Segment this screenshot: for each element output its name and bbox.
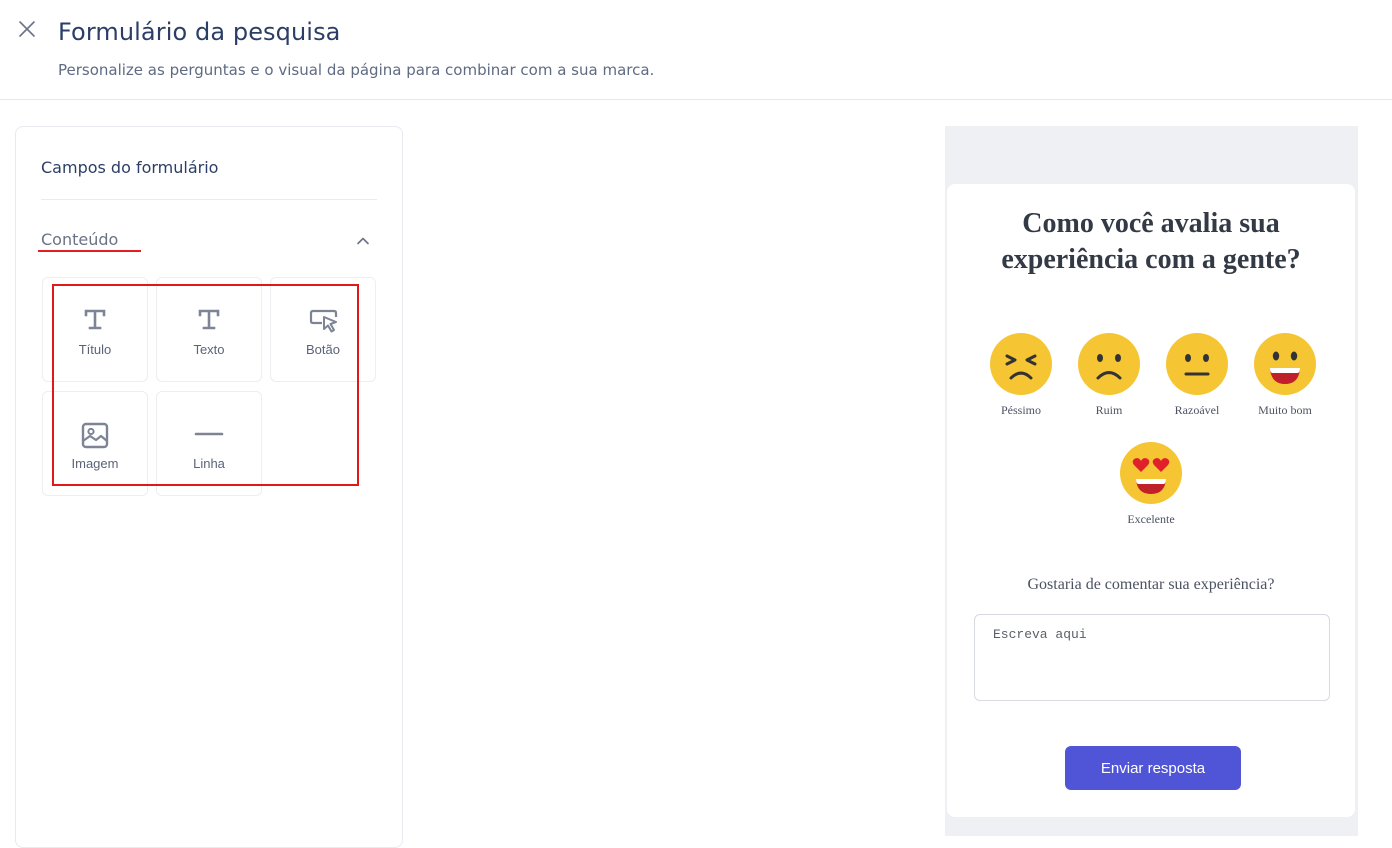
comment-textarea[interactable] — [974, 614, 1330, 701]
rating-option-pessimo[interactable]: Péssimo — [981, 332, 1061, 418]
tile-label: Linha — [193, 456, 225, 471]
button-cursor-icon — [309, 309, 338, 333]
rating-option-excelente[interactable]: Excelente — [1111, 441, 1191, 527]
rating-option-ruim[interactable]: Ruim — [1069, 332, 1149, 418]
frown-face-icon — [1078, 333, 1140, 395]
rating-label: Péssimo — [1000, 403, 1041, 417]
rating-label: Excelente — [1127, 512, 1175, 526]
page-header: Formulário da pesquisa Personalize as pe… — [0, 0, 1392, 100]
image-icon — [81, 422, 109, 449]
squint-face-icon — [990, 333, 1052, 395]
divider — [41, 199, 377, 200]
rating-label: Muito bom — [1258, 403, 1312, 417]
rating-label: Razoável — [1174, 403, 1220, 417]
field-tile-button[interactable]: Botão — [270, 277, 376, 382]
section-header-content[interactable]: Conteúdo — [41, 230, 118, 249]
field-tile-image[interactable]: Imagem — [42, 391, 148, 496]
page-subtitle: Personalize as perguntas e o visual da p… — [58, 61, 655, 79]
survey-question: Como você avalia sua experiência com a g… — [1001, 208, 1301, 275]
title-icon — [84, 309, 106, 330]
rating-label: Ruim — [1095, 403, 1123, 417]
panel-title: Campos do formulário — [41, 158, 219, 177]
form-fields-panel: Campos do formulário Conteúdo Título Tex… — [15, 126, 403, 848]
rating-option-razoavel[interactable]: Razoável — [1157, 332, 1237, 418]
tile-label: Texto — [193, 342, 225, 357]
submit-button[interactable]: Enviar resposta — [1065, 746, 1241, 790]
text-icon — [198, 309, 220, 330]
field-tile-text[interactable]: Texto — [156, 277, 262, 382]
neutral-face-icon — [1166, 333, 1228, 395]
rating-option-muito-bom[interactable]: Muito bom — [1245, 332, 1325, 418]
grin-face-icon — [1254, 333, 1316, 395]
comment-label: Gostaria de comentar sua experiência? — [1027, 576, 1275, 593]
tile-label: Título — [78, 342, 112, 357]
field-tile-title[interactable]: Título — [42, 277, 148, 382]
annotation-underline — [38, 250, 141, 252]
tile-label: Botão — [306, 342, 340, 357]
line-icon — [194, 432, 224, 436]
chevron-up-icon[interactable] — [353, 231, 373, 251]
form-preview: Como você avalia sua experiência com a g… — [945, 126, 1358, 836]
tile-label: Imagem — [71, 456, 119, 471]
heart-eyes-face-icon — [1120, 442, 1182, 504]
close-icon[interactable] — [16, 18, 38, 40]
survey-card: Como você avalia sua experiência com a g… — [947, 184, 1355, 817]
field-tile-line[interactable]: Linha — [156, 391, 262, 496]
page-title: Formulário da pesquisa — [58, 18, 341, 46]
